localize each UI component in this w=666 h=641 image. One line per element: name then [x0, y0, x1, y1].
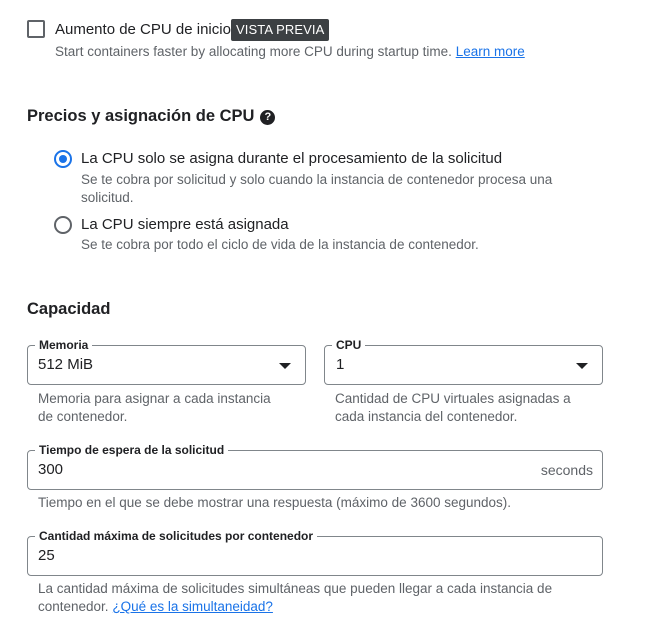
hint-line: Cantidad de CPU virtuales asignadas a — [335, 391, 571, 406]
request-timeout-hint: Tiempo en el que se debe mostrar una res… — [38, 495, 512, 510]
help-icon[interactable]: ? — [260, 110, 276, 125]
max-concurrency-label: Cantidad máxima de solicitudes por conte… — [35, 528, 318, 544]
radio-cpu-always[interactable] — [54, 216, 72, 234]
request-timeout-label: Tiempo de espera de la solicitud — [35, 442, 229, 458]
hint-line: contenedor. ¿Qué es la simultaneidad? — [38, 598, 552, 616]
max-concurrency-hint: La cantidad máxima de solicitudes simult… — [38, 580, 552, 616]
capacity-title: Capacidad — [27, 300, 111, 318]
learn-more-link[interactable]: Learn more — [456, 44, 525, 59]
radio-cpu-request-only-description: Se te cobra por solicitud y solo cuando … — [81, 171, 552, 207]
radio-cpu-always-label: La CPU siempre está asignada — [81, 216, 289, 233]
cpu-value: 1 — [336, 356, 345, 373]
hint-line: La cantidad máxima de solicitudes simult… — [38, 581, 553, 596]
radio-cpu-request-only-label: La CPU solo se asigna durante el procesa… — [81, 150, 503, 167]
preview-badge: VISTA PREVIA — [231, 19, 330, 41]
dropdown-arrow-icon — [279, 363, 291, 369]
radio-cpu-request-only[interactable] — [54, 150, 72, 168]
startup-cpu-boost-label: Aumento de CPU de inicio — [55, 21, 231, 38]
memory-hint: Memoria para asignar a cada instancia de… — [38, 390, 271, 426]
cpu-allocation-title: Precios y asignación de CPU? — [27, 107, 276, 126]
dropdown-arrow-icon — [576, 363, 588, 369]
radio-cpu-always-description: Se te cobra por todo el ciclo de vida de… — [81, 237, 479, 252]
hint-line: de contenedor. — [38, 409, 128, 424]
request-timeout-field[interactable]: Tiempo de espera de la solicitud 300 sec… — [27, 442, 603, 490]
memory-label: Memoria — [35, 337, 93, 353]
max-concurrency-field[interactable]: Cantidad máxima de solicitudes por conte… — [27, 528, 603, 576]
hint-line: cada instancia del contenedor. — [335, 409, 518, 424]
memory-select[interactable]: Memoria 512 MiB — [27, 337, 306, 385]
cpu-allocation-title-text: Precios y asignación de CPU — [27, 107, 255, 125]
request-timeout-value: 300 — [38, 461, 64, 478]
max-concurrency-value: 25 — [38, 547, 55, 564]
request-timeout-suffix: seconds — [540, 462, 593, 478]
description-line: Se te cobra por solicitud y solo cuando … — [81, 172, 553, 187]
cpu-hint: Cantidad de CPU virtuales asignadas a ca… — [335, 390, 571, 426]
hint-line: Memoria para asignar a cada instancia — [38, 391, 271, 406]
concurrency-help-link[interactable]: ¿Qué es la simultaneidad? — [112, 599, 273, 614]
startup-cpu-boost-help: Start containers faster by allocating mo… — [55, 44, 525, 59]
cpu-label: CPU — [332, 337, 366, 353]
startup-cpu-boost-help-text: Start containers faster by allocating mo… — [55, 44, 452, 59]
cpu-select[interactable]: CPU 1 — [324, 337, 603, 385]
description-line: solicitud. — [81, 190, 134, 205]
hint-text: contenedor. — [38, 599, 109, 614]
memory-value: 512 MiB — [38, 356, 94, 373]
startup-cpu-boost-checkbox[interactable] — [27, 20, 45, 38]
